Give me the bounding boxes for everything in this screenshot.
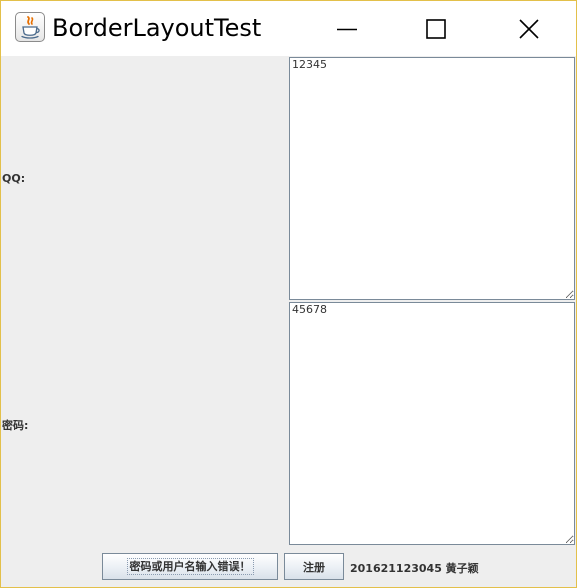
register-button[interactable]: 注册 bbox=[284, 553, 344, 580]
password-label: 密码: bbox=[2, 419, 29, 432]
close-icon bbox=[519, 18, 539, 39]
error-message-button[interactable]: 密码或用户名输入错误！ bbox=[102, 553, 278, 580]
content-pane: QQ: 12345 密码: 45678 密码或用户名输入错误！ 注册 20162… bbox=[1, 56, 576, 587]
java-icon bbox=[15, 12, 45, 42]
close-button[interactable] bbox=[483, 1, 575, 56]
title-bar[interactable]: BorderLayoutTest bbox=[1, 1, 576, 56]
window-title: BorderLayoutTest bbox=[52, 14, 262, 42]
qq-field[interactable]: 12345 bbox=[289, 57, 575, 300]
app-window: BorderLayoutTest QQ: 12345 密码: 45678 密码或… bbox=[0, 0, 577, 588]
maximize-icon bbox=[426, 18, 446, 39]
qq-label: QQ: bbox=[2, 172, 26, 185]
password-field[interactable]: 45678 bbox=[289, 302, 575, 545]
error-message-button-label: 密码或用户名输入错误！ bbox=[126, 558, 254, 575]
maximize-button[interactable] bbox=[390, 1, 482, 56]
minimize-icon bbox=[337, 28, 357, 30]
minimize-button[interactable] bbox=[301, 1, 393, 56]
author-label: 201621123045 黄子颖 bbox=[350, 562, 479, 575]
